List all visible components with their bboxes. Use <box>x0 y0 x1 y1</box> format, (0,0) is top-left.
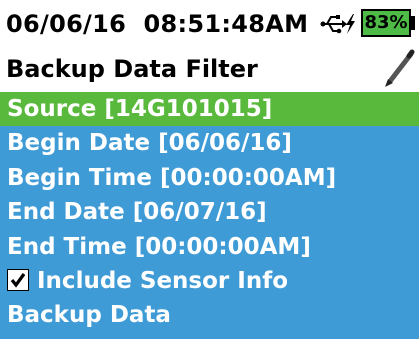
checkmark-icon <box>10 273 26 288</box>
menu-item-label: Include Sensor Info <box>37 267 289 294</box>
menu-item-label: Source [14G101015] <box>7 96 273 122</box>
screen-title: Backup Data Filter <box>6 55 258 83</box>
status-datetime: 06/06/16 08:51:48AM <box>6 10 308 38</box>
status-time: 08:51:48AM <box>143 10 309 38</box>
device-screen: 06/06/16 08:51:48AM 83% Backup Data Filt… <box>0 0 419 339</box>
pen-icon[interactable] <box>382 49 416 89</box>
menu-item-source[interactable]: Source [14G101015] <box>0 92 419 127</box>
status-date: 06/06/16 <box>6 10 127 38</box>
menu-item-end-time[interactable]: End Time [00:00:00AM] <box>0 230 419 264</box>
menu-item-include-sensor-info[interactable]: Include Sensor Info <box>0 264 419 298</box>
filter-menu: Source [14G101015] Begin Date [06/06/16]… <box>0 92 419 333</box>
menu-item-backup-data[interactable]: Backup Data <box>0 298 419 332</box>
menu-item-begin-date[interactable]: Begin Date [06/06/16] <box>0 126 419 160</box>
include-sensor-info-checkbox[interactable] <box>7 268 29 291</box>
menu-item-label: Begin Time [00:00:00AM] <box>7 164 337 191</box>
title-bar: Backup Data Filter <box>0 46 419 92</box>
menu-item-label: End Time [00:00:00AM] <box>7 233 311 260</box>
menu-item-begin-time[interactable]: Begin Time [00:00:00AM] <box>0 161 419 195</box>
battery-percent: 83% <box>364 12 408 33</box>
menu-item-label: End Date [06/07/16] <box>7 199 267 226</box>
battery-indicator: 83% <box>361 9 411 37</box>
status-bar: 06/06/16 08:51:48AM 83% <box>0 0 419 46</box>
menu-item-end-date[interactable]: End Date [06/07/16] <box>0 195 419 229</box>
menu-item-label: Begin Date [06/06/16] <box>7 130 292 157</box>
battery-terminal <box>410 16 415 30</box>
lightning-icon <box>346 14 355 34</box>
menu-item-label: Backup Data <box>7 302 171 329</box>
usb-icon <box>320 14 355 34</box>
